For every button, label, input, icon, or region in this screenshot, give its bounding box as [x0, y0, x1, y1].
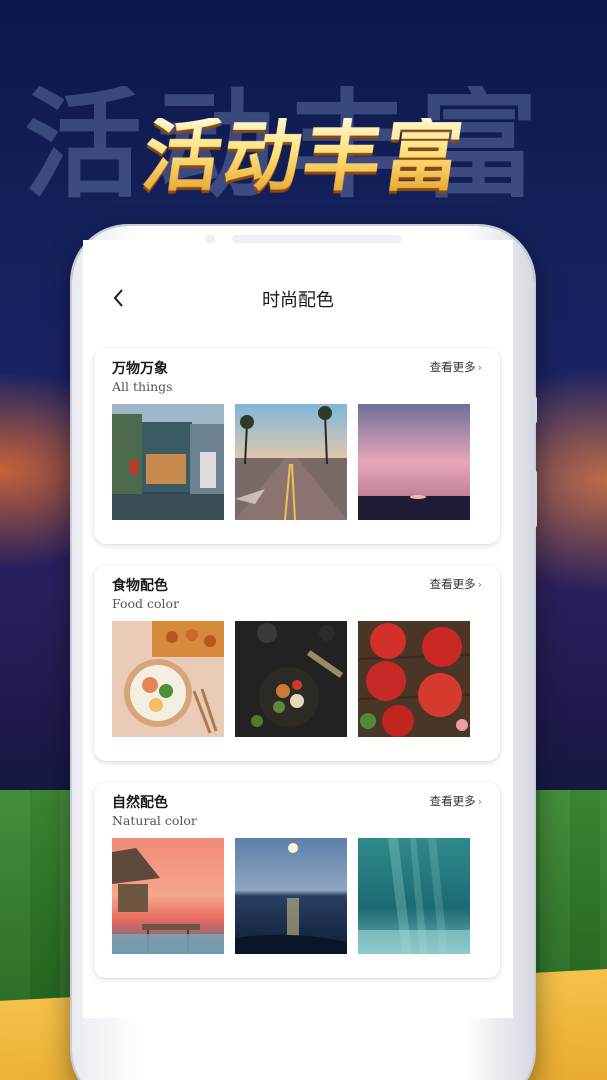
phone-camera — [205, 235, 215, 243]
noodle-bowl-photo[interactable] — [112, 621, 224, 737]
strawberry-tart-photo[interactable] — [358, 621, 470, 737]
section-card-food-color: 食物配色 Food color 查看更多 › — [94, 565, 500, 761]
dark-dish-photo[interactable] — [235, 621, 347, 737]
see-more-label: 查看更多 — [429, 794, 476, 808]
underwater-light-photo[interactable] — [358, 838, 470, 954]
see-more-label: 查看更多 — [429, 577, 476, 591]
section-subtitle: Food color — [112, 596, 180, 611]
section-title: 万物万象 — [112, 361, 168, 377]
page-title: 时尚配色 — [262, 290, 334, 311]
section-title: 自然配色 — [112, 795, 168, 811]
phone-notch — [232, 235, 402, 243]
phone-side-button — [530, 470, 537, 528]
section-card-natural-color: 自然配色 Natural color 查看更多 › — [94, 782, 500, 978]
section-subtitle: Natural color — [112, 813, 197, 828]
palm-road-photo[interactable] — [235, 404, 347, 520]
section-title: 食物配色 — [112, 578, 168, 594]
pink-sunset-sea-photo[interactable] — [358, 404, 470, 520]
thumbnail-row — [112, 404, 470, 520]
see-more-link[interactable]: 查看更多 › — [430, 359, 482, 375]
nav-bar: 时尚配色 — [83, 278, 513, 318]
phone-side-button — [530, 396, 537, 424]
promo-title: 活动丰富 — [0, 112, 607, 202]
see-more-label: 查看更多 — [429, 360, 476, 374]
app-screen: 时尚配色 万物万象 All things 查看更多 › 食物配色 Food co… — [83, 240, 513, 1018]
chevron-right-icon: › — [477, 360, 482, 374]
street-storefront-photo[interactable] — [112, 404, 224, 520]
moonlit-ocean-photo[interactable] — [235, 838, 347, 954]
see-more-link[interactable]: 查看更多 › — [430, 793, 482, 809]
stilt-hut-sunset-photo[interactable] — [112, 838, 224, 954]
section-card-all-things: 万物万象 All things 查看更多 › — [94, 348, 500, 544]
chevron-right-icon: › — [477, 794, 482, 808]
chevron-right-icon: › — [477, 577, 482, 591]
section-subtitle: All things — [112, 379, 173, 394]
thumbnail-row — [112, 621, 470, 737]
thumbnail-row — [112, 838, 470, 954]
see-more-link[interactable]: 查看更多 › — [430, 576, 482, 592]
